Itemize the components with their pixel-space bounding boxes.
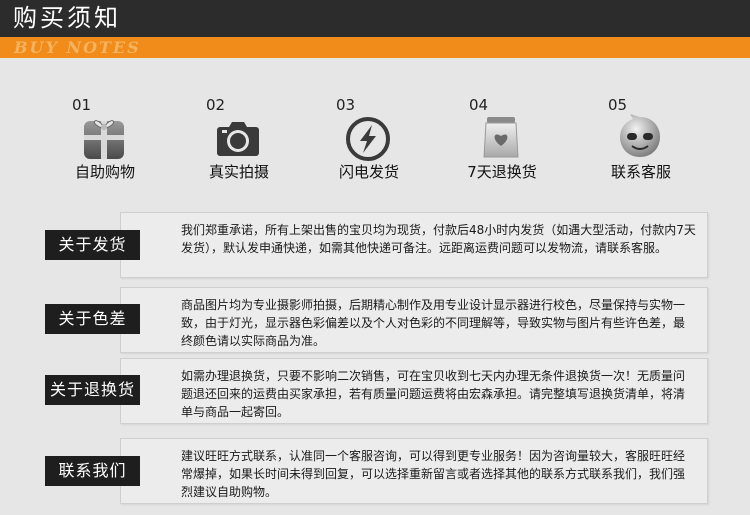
lightning-icon — [344, 113, 392, 161]
gift-box-icon — [80, 113, 128, 161]
feature-number: 05 — [608, 96, 628, 114]
section-contact-box: 建议旺旺方式联系，认准同一个客服咨询，可以得到更专业服务！因为咨询量较大，客服旺… — [120, 438, 708, 504]
section-returns-label: 关于退换货 — [45, 375, 140, 405]
section-shipping-text: 我们郑重承诺，所有上架出售的宝贝均为现货，付款后48小时内发货（如遇大型活动，付… — [181, 223, 696, 255]
feature-label: 联系客服 — [610, 163, 671, 181]
feature-fast-shipping: 03 闪电发货 — [336, 96, 446, 188]
camera-icon — [214, 113, 262, 161]
section-contact-label: 联系我们 — [45, 456, 140, 486]
feature-number: 01 — [72, 96, 92, 114]
section-shipping-box: 我们郑重承诺，所有上架出售的宝贝均为现货，付款后48小时内发货（如遇大型活动，付… — [120, 212, 708, 278]
chat-face-icon — [616, 113, 664, 161]
feature-label: 自助购物 — [74, 163, 135, 181]
section-color-text: 商品图片均为专业摄影师拍摄，后期精心制作及用专业设计显示器进行校色，尽量保持与实… — [181, 298, 686, 348]
section-shipping-label: 关于发货 — [45, 230, 140, 260]
feature-label: 7天退换货 — [467, 163, 537, 181]
feature-number: 04 — [469, 96, 489, 114]
heart-bag-icon — [477, 113, 525, 161]
feature-label: 真实拍摄 — [208, 163, 269, 181]
section-contact-text: 建议旺旺方式联系，认准同一个客服咨询，可以得到更专业服务！因为咨询量较大，客服旺… — [181, 449, 686, 499]
page-title: 购买须知 — [13, 4, 121, 32]
feature-number: 02 — [206, 96, 226, 114]
orange-banner: BUY NOTES — [0, 37, 750, 58]
feature-label: 闪电发货 — [338, 163, 399, 181]
section-color-label: 关于色差 — [45, 304, 140, 334]
section-returns-text: 如需办理退换货，只要不影响二次销售，可在宝贝收到七天内办理无条件退换货一次！无质… — [181, 369, 686, 419]
feature-returns: 04 7天退换货 — [467, 96, 579, 188]
feature-real-photos: 02 真实拍摄 — [206, 96, 316, 188]
feature-number: 03 — [336, 96, 356, 114]
section-color-box: 商品图片均为专业摄影师拍摄，后期精心制作及用专业设计显示器进行校色，尽量保持与实… — [120, 287, 708, 353]
feature-customer-service: 05 联系客服 — [608, 96, 718, 188]
page-subtitle: BUY NOTES — [14, 38, 141, 57]
section-returns-box: 如需办理退换货，只要不影响二次销售，可在宝贝收到七天内办理无条件退换货一次！无质… — [120, 358, 708, 424]
feature-self-service: 01 自助购物 — [72, 96, 182, 188]
header-bar: 购买须知 — [0, 0, 750, 37]
